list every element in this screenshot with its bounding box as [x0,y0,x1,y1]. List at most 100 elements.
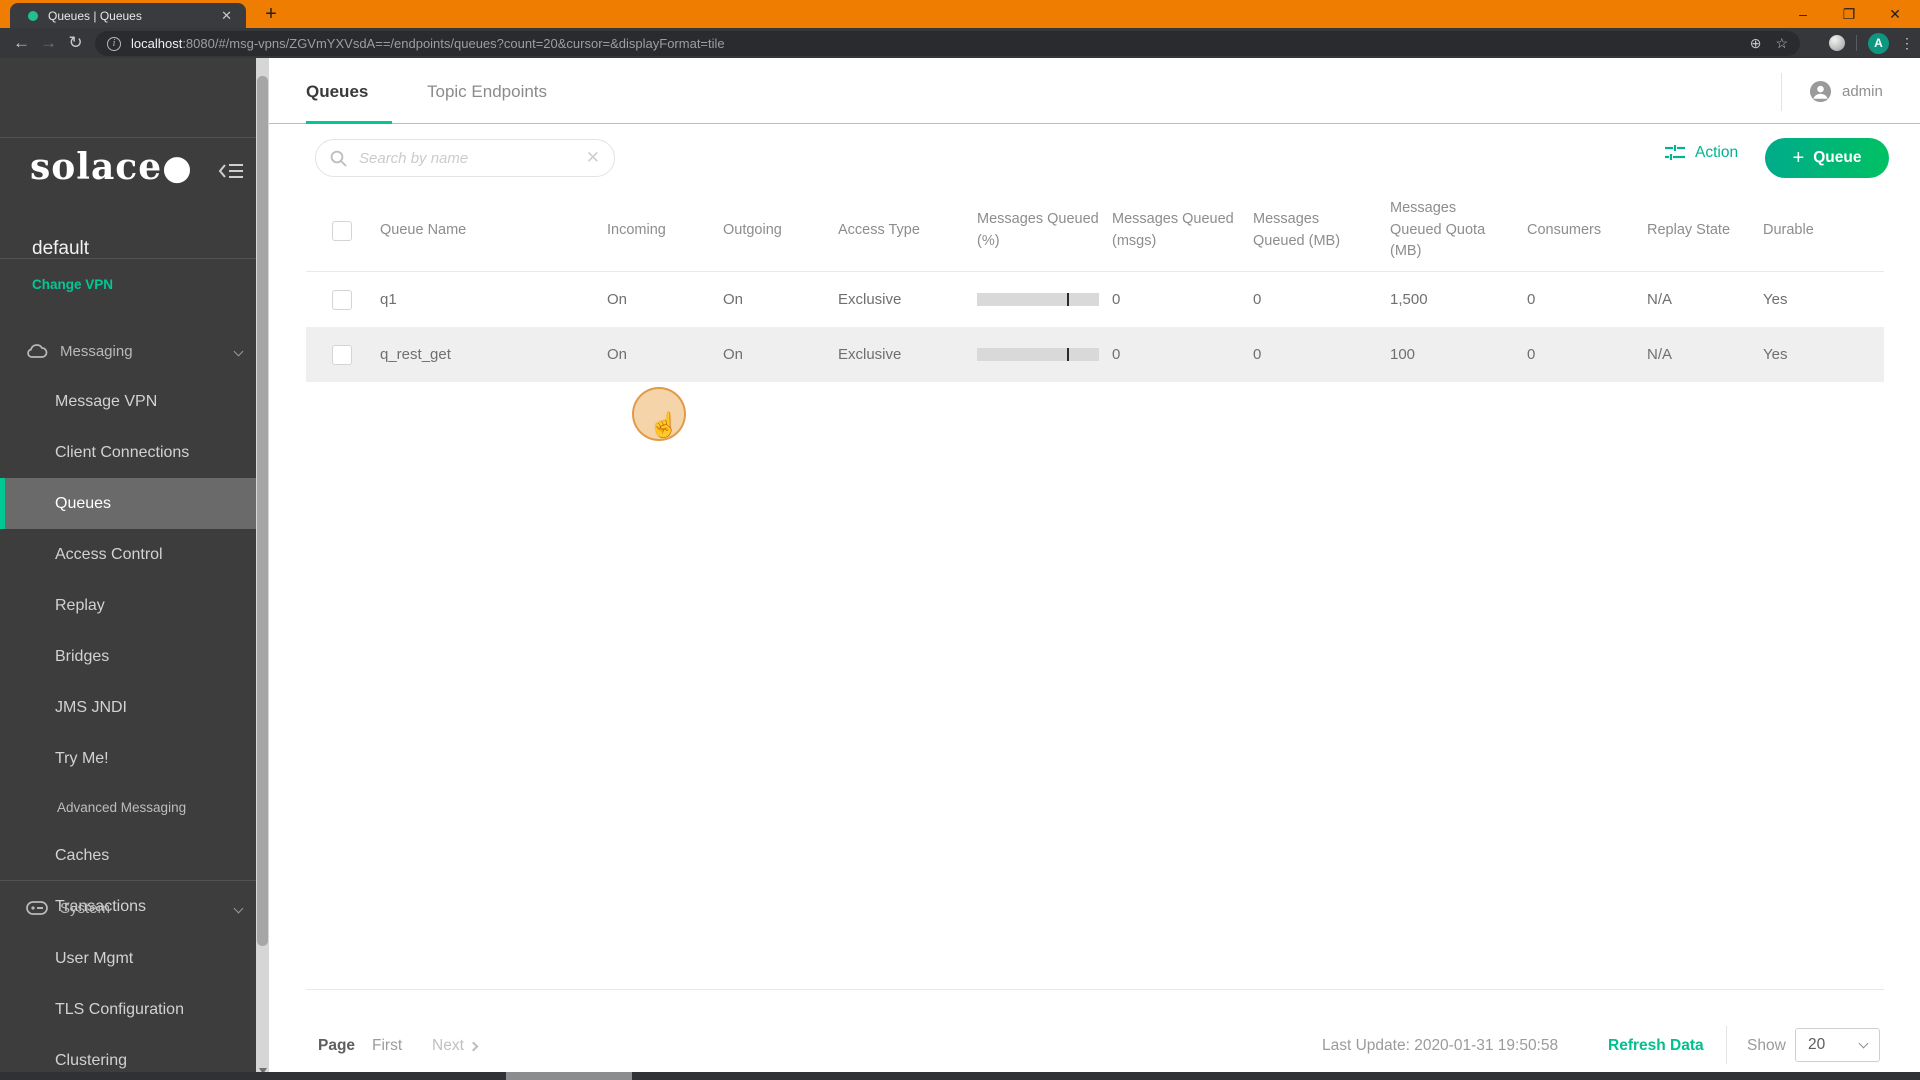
search-input[interactable] [357,148,580,168]
sidebar-item-queues[interactable]: Queues [0,478,256,529]
window-restore-button[interactable]: ❐ [1826,0,1872,28]
row-checkbox[interactable] [332,289,352,310]
chevron-down-icon [1858,1038,1869,1049]
back-icon[interactable]: ← [8,33,35,53]
tab-topic-endpoints[interactable]: Topic Endpoints [427,82,547,102]
durable-value: Yes [1763,346,1788,363]
add-queue-button[interactable]: + Queue [1765,138,1889,178]
forward-icon[interactable]: → [35,33,62,53]
extension-icon[interactable] [1829,35,1845,51]
browser-menu-icon[interactable]: ⋮ [1900,35,1914,52]
col-access-type[interactable]: Access Type [838,220,977,242]
row-checkbox[interactable] [332,344,352,365]
col-incoming[interactable]: Incoming [607,220,723,242]
footer-divider [306,989,1884,990]
tab-close-icon[interactable]: ✕ [217,8,236,24]
access-type-value: Exclusive [838,346,902,363]
sidebar-item-access-control[interactable]: Access Control [0,529,256,580]
browser-tab[interactable]: Queues | Queues ✕ [10,3,246,28]
sidebar-item-advanced-messaging[interactable]: Advanced Messaging [0,784,256,830]
first-page-button[interactable]: First [372,1037,402,1055]
incoming-value: On [607,291,628,308]
sidebar-item-bridges[interactable]: Bridges [0,631,256,682]
table-header-row: Queue Name Incoming Outgoing Access Type… [306,190,1884,272]
favicon [28,10,38,21]
table-row[interactable]: q1 On On Exclusive 0 0 1,500 0 N/A Yes [306,272,1884,327]
page-size-select[interactable]: 20 [1795,1028,1880,1062]
sidebar-divider [0,258,256,259]
queued-pct-bar [977,348,1099,361]
sidebar-item-jms-jndi[interactable]: JMS JNDI [0,682,256,733]
browser-profile-avatar[interactable]: A [1868,32,1889,54]
quota-mb-value: 100 [1390,346,1416,363]
sidebar-divider [0,137,256,138]
col-queue-name[interactable]: Queue Name [380,220,607,242]
refresh-data-link[interactable]: Refresh Data [1608,1037,1704,1055]
queued-mb-value: 0 [1253,346,1262,363]
sidebar-item-user-mgmt[interactable]: User Mgmt [0,933,256,984]
window-close-button[interactable]: ✕ [1872,0,1918,28]
url-bar[interactable]: i localhost:8080/#/msg-vpns/ZGVmYXVsdA==… [95,31,1800,56]
page-header: Queues Topic Endpoints admin [269,58,1920,124]
header-divider [1781,73,1782,111]
chevron-right-icon [468,1041,479,1052]
sidebar-item-tls-configuration[interactable]: TLS Configuration [0,984,256,1035]
toolbar-divider [1856,35,1857,51]
tab-queues[interactable]: Queues [306,82,368,102]
replay-state-value: N/A [1647,291,1673,308]
col-outgoing[interactable]: Outgoing [723,220,838,242]
sidebar-item-message-vpn[interactable]: Message VPN [0,376,256,427]
sidebar-section-messaging[interactable]: Messaging [0,326,256,376]
clear-search-icon[interactable]: ✕ [580,148,600,168]
sidebar-system-menu: System User Mgmt TLS Configuration Clust… [0,883,256,1080]
queue-name[interactable]: q_rest_get [380,346,607,363]
scrollbar-thumb[interactable] [257,76,268,946]
col-durable[interactable]: Durable [1763,220,1884,242]
system-icon [26,901,48,915]
table-row[interactable]: q_rest_get On On Exclusive 0 0 100 0 N/A… [306,327,1884,382]
consumers-value: 0 [1527,291,1536,308]
quota-tick [1067,293,1070,306]
quota-mb-value: 1,500 [1390,291,1428,308]
sidebar-menu: Messaging Message VPN Client Connections… [0,326,256,932]
window-minimize-button[interactable]: – [1780,0,1826,28]
user-menu[interactable]: admin [1809,80,1883,103]
incoming-value: On [607,346,628,363]
action-button[interactable]: Action [1665,144,1738,162]
col-replay-state[interactable]: Replay State [1647,220,1763,242]
sidebar-item-replay[interactable]: Replay [0,580,256,631]
zoom-page-icon[interactable]: ⊕ [1750,35,1762,52]
change-vpn-link[interactable]: Change VPN [32,277,113,292]
col-consumers[interactable]: Consumers [1527,220,1647,242]
footer: Page First Next Last Update: 2020-01-31 … [269,1018,1920,1074]
select-all-checkbox[interactable] [332,220,352,241]
new-tab-button[interactable]: + [258,2,284,26]
sidebar: solace● default Change VPN Messaging Mes… [0,58,256,1080]
sidebar-scrollbar[interactable] [256,58,269,1080]
sidebar-item-client-connections[interactable]: Client Connections [0,427,256,478]
queue-name[interactable]: q1 [380,291,607,308]
search-box[interactable]: ✕ [315,139,615,177]
col-messages-queued-mb[interactable]: Messages Queued (MB) [1253,209,1390,253]
main-content: Queues Topic Endpoints admin ✕ Action + … [269,58,1920,1080]
reload-icon[interactable]: ↻ [62,33,89,53]
consumers-value: 0 [1527,346,1536,363]
screen: Queues | Queues ✕ + – ❐ ✕ ← → ↻ i localh… [0,0,1920,1080]
col-messages-queued-quota[interactable]: Messages Queued Quota (MB) [1390,198,1527,263]
sidebar-collapse-icon[interactable] [218,160,244,182]
last-update-text: Last Update: 2020-01-31 19:50:58 [1322,1037,1559,1054]
next-page-button[interactable]: Next [432,1037,479,1055]
col-messages-queued-msgs[interactable]: Messages Queued (msgs) [1112,209,1253,253]
outgoing-value: On [723,346,744,363]
col-messages-queued-pct[interactable]: Messages Queued (%) [977,209,1112,253]
cloud-icon [26,343,48,359]
queued-pct-bar [977,293,1099,306]
site-info-icon[interactable]: i [107,36,121,51]
bookmark-star-icon[interactable]: ☆ [1775,35,1788,52]
sidebar-item-caches[interactable]: Caches [0,830,256,881]
sliders-icon [1665,145,1685,160]
sidebar-item-try-me[interactable]: Try Me! [0,733,256,784]
sidebar-section-system[interactable]: System [0,883,256,933]
browser-toolbar: ← → ↻ i localhost:8080/#/msg-vpns/ZGVmYX… [0,28,1920,58]
chevron-down-icon [233,346,244,357]
